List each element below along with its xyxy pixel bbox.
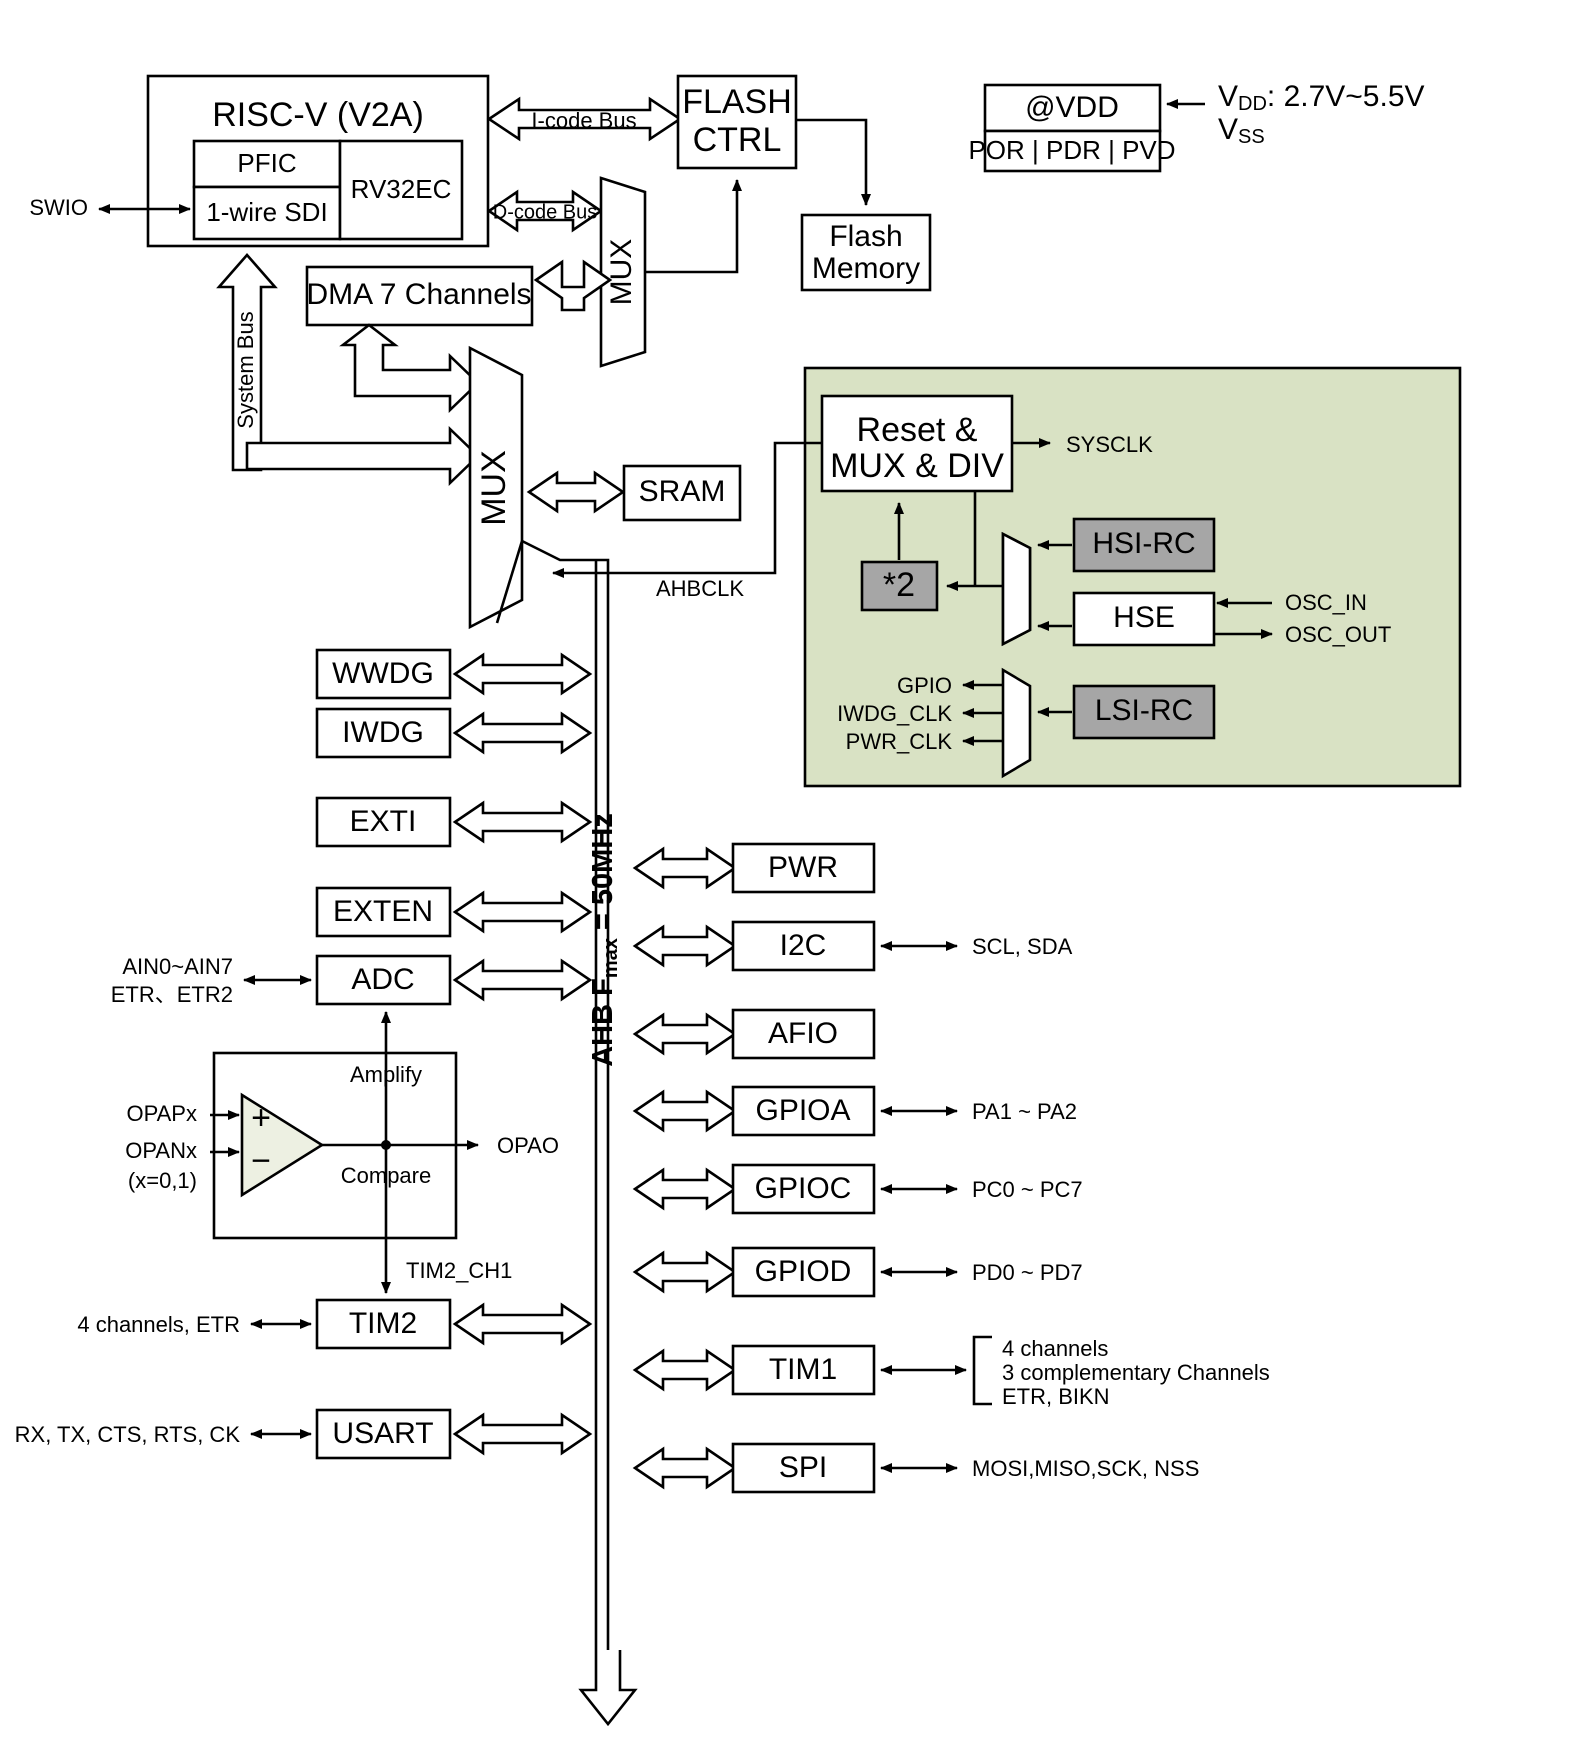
usart-bus-arrow: [452, 1412, 593, 1456]
reset-label-1: Reset &: [857, 411, 978, 449]
gpiod-label: GPIOD: [755, 1255, 852, 1288]
hse-label: HSE: [1113, 601, 1175, 634]
lsi-rc-label: LSI-RC: [1095, 694, 1193, 727]
system-mux-label: MUX: [475, 450, 513, 526]
adc-io-label-1: AIN0~AIN7: [122, 954, 233, 979]
block-diagram-page: RISC-V (V2A) PFIC 1-wire SDI RV32EC SWIO…: [0, 0, 1588, 1756]
gpioc-label: GPIOC: [755, 1172, 852, 1205]
iwdg-label: IWDG: [342, 716, 424, 749]
tim1-bus-arrow: [632, 1348, 738, 1392]
gpioc-io-label: PC0 ~ PC7: [972, 1177, 1083, 1202]
tim2-bus-arrow: [452, 1302, 593, 1346]
sdi-label: 1-wire SDI: [206, 197, 327, 227]
hsi-rc-label: HSI-RC: [1092, 527, 1195, 560]
flashctrl-to-memory-line: [796, 118, 871, 206]
spi-label: SPI: [779, 1451, 827, 1484]
dma-mux-arrow: [533, 259, 613, 312]
ls-clock-mux: [1001, 667, 1032, 779]
multiplier-label: *2: [883, 566, 915, 604]
i2c-label: I2C: [780, 929, 827, 962]
power-monitors-label: POR | PDR | PVD: [968, 135, 1175, 165]
opamp-minus-label: −: [251, 1142, 271, 1180]
tim1-io-bracket: [972, 1335, 992, 1406]
exti-label: EXTI: [350, 805, 417, 838]
opamp-plus-label: +: [251, 1099, 271, 1137]
sysbus-to-mux-arrow: [245, 425, 480, 487]
tim2-label: TIM2: [349, 1307, 417, 1340]
vdd-label: @VDD: [1025, 91, 1119, 124]
riscv-core-title: RISC-V (V2A): [212, 96, 424, 134]
vdd-supply-label: VDD: 2.7V~5.5V: [1218, 80, 1425, 115]
spi-io-label: MOSI,MISO,SCK, NSS: [972, 1456, 1199, 1481]
opamp-note-label: (x=0,1): [128, 1168, 197, 1193]
opapx-label: OPAPx: [126, 1101, 197, 1126]
pwr-clk-label: PWR_CLK: [846, 729, 953, 754]
gpioc-bus-arrow: [632, 1167, 738, 1211]
ahbclk-label: AHBCLK: [656, 576, 744, 601]
tim2-ch1-label: TIM2_CH1: [406, 1258, 512, 1283]
adc-io-label-2: ETR、ETR2: [111, 982, 233, 1007]
opanx-label: OPANx: [125, 1138, 197, 1163]
flash-memory-label-1: Flash: [829, 220, 902, 253]
ahb-bus-label: AHB Fmax = 50MHz: [587, 813, 623, 1067]
pwr-bus-arrow: [632, 846, 738, 890]
flash-ctrl-label-2: CTRL: [693, 121, 782, 159]
opao-label: OPAO: [497, 1133, 559, 1158]
tim1-io-label-3: ETR, BIKN: [1002, 1384, 1110, 1409]
exten-label: EXTEN: [333, 895, 433, 928]
sysclk-label: SYSCLK: [1066, 432, 1153, 457]
system-bus-label: System Bus: [233, 311, 258, 428]
flash-memory-label-2: Memory: [812, 252, 920, 285]
iwdg-bus-arrow: [452, 711, 593, 755]
osc-out-label: OSC_OUT: [1285, 622, 1391, 647]
exten-bus-arrow: [452, 890, 593, 934]
dma-label: DMA 7 Channels: [306, 278, 531, 311]
flash-mux-label: MUX: [605, 239, 638, 306]
rv32ec-label: RV32EC: [351, 174, 452, 204]
wwdg-bus-arrow: [452, 652, 593, 696]
exti-bus-arrow: [452, 800, 593, 844]
pfic-label: PFIC: [237, 148, 296, 178]
usart-io-label: RX, TX, CTS, RTS, CK: [15, 1422, 241, 1447]
afio-bus-arrow: [632, 1012, 738, 1056]
ahb-bus-bottom-arrow: [578, 1650, 638, 1727]
spi-bus-arrow: [632, 1446, 738, 1490]
vss-label: VSS: [1218, 113, 1265, 148]
gpiod-bus-arrow: [632, 1250, 738, 1294]
gpioa-io-label: PA1 ~ PA2: [972, 1099, 1077, 1124]
usart-label: USART: [332, 1417, 433, 1450]
tim2-io-label: 4 channels, ETR: [77, 1312, 240, 1337]
adc-label: ADC: [351, 963, 414, 996]
gpio-clk-label: GPIO: [897, 673, 952, 698]
hs-clock-mux-shape: [1001, 531, 1032, 647]
gpiod-io-label: PD0 ~ PD7: [972, 1260, 1083, 1285]
dma-to-mux-arrow: [339, 323, 480, 414]
sram-label: SRAM: [639, 475, 726, 508]
tim1-io-label-2: 3 complementary Channels: [1002, 1360, 1270, 1385]
swio-label: SWIO: [29, 195, 88, 220]
i2c-io-label: SCL, SDA: [972, 934, 1073, 959]
adc-bus-arrow: [452, 958, 593, 1002]
tim1-label: TIM1: [769, 1353, 837, 1386]
pwr-label: PWR: [768, 851, 838, 884]
osc-in-label: OSC_IN: [1285, 590, 1367, 615]
tim1-io-label-1: 4 channels: [1002, 1336, 1108, 1361]
dcode-bus-label: D-code Bus: [493, 201, 598, 223]
i2c-bus-arrow: [632, 924, 738, 968]
wwdg-label: WWDG: [332, 657, 434, 690]
gpioa-bus-arrow: [632, 1089, 738, 1133]
icode-bus-label: I-code Bus: [531, 108, 636, 133]
mux-sram-arrow: [526, 470, 626, 514]
iwdg-clk-label: IWDG_CLK: [837, 701, 952, 726]
reset-label-2: MUX & DIV: [830, 447, 1004, 485]
gpioa-label: GPIOA: [755, 1094, 850, 1127]
mcu-block-diagram: RISC-V (V2A) PFIC 1-wire SDI RV32EC SWIO…: [15, 74, 1462, 1727]
mux-to-flashctrl-line: [645, 179, 742, 274]
afio-label: AFIO: [768, 1017, 838, 1050]
flash-ctrl-label-1: FLASH: [682, 83, 792, 121]
